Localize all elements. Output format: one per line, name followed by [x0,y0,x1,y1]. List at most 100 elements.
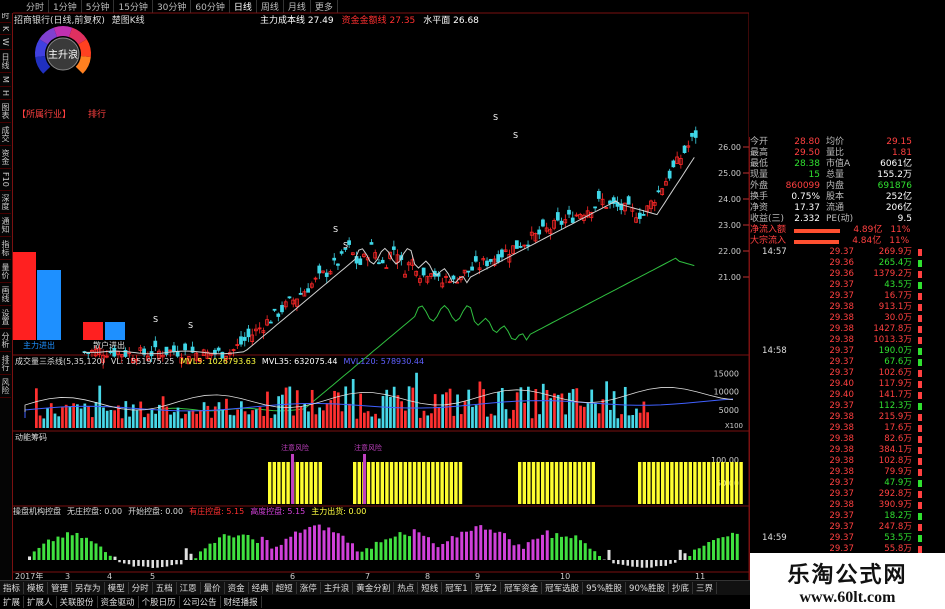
left-tab-6[interactable]: 图表 [0,100,11,124]
left-tab-16[interactable]: 分析 [0,329,11,352]
tick-row[interactable]: 29.38 215.9万 [750,412,945,423]
extension-tab-2[interactable]: 关联股份 [57,596,98,608]
tick-row[interactable]: 29.38 102.8万 [750,456,945,467]
extension-tab-5[interactable]: 公司公告 [180,596,221,608]
momentum-bar [642,462,646,504]
left-tab-1[interactable]: K [0,23,11,36]
momentum-bar [647,462,651,504]
tick-row[interactable]: 14:58 29.37 190.0万 [750,346,945,357]
indicator-tab-1[interactable]: 模板 [24,582,49,594]
tick-row[interactable]: 29.40 117.9万 [750,379,945,390]
indicator-tab-11[interactable]: 超短 [273,582,297,594]
candle-body [380,259,385,264]
tick-row[interactable]: 29.38 1013.3万 [750,335,945,346]
tick-row[interactable]: 29.38 30.0万 [750,313,945,324]
tick-row[interactable]: 29.37 102.6万 [750,368,945,379]
tick-row[interactable]: 29.38 82.6万 [750,434,945,445]
indicator-tab-15[interactable]: 热点 [394,582,419,594]
indicator-tab-4[interactable]: 模型 [105,582,129,594]
tick-volume: 47.9万 [884,478,912,488]
left-tab-10[interactable]: 深度 [0,191,11,214]
indicator-tab-13[interactable]: 主升浪 [321,582,354,594]
left-tab-12[interactable]: 指标 [0,237,11,260]
left-tab-14[interactable]: 画线 [0,283,11,306]
volume-bar [389,396,392,428]
volume-bar [318,407,321,428]
indicator-tab-6[interactable]: 五档 [153,582,177,594]
tick-row[interactable]: 29.37 43.5万 [750,280,945,291]
left-tab-15[interactable]: 设置 [0,306,11,329]
indicator-tab-17[interactable]: 冠军1 [442,582,472,594]
indicator-tab-23[interactable]: 抄底 [669,582,693,594]
indicator-tab-21[interactable]: 95%胜股 [583,582,627,594]
tick-price: 29.40 [829,379,854,389]
chart-canvas[interactable]: 主升浪【所属行业】 排行主力进出 散户进出 26.00 25.00 24.00 23.00 2… [13,0,749,580]
tick-row[interactable]: 29.37 47.9万 [750,478,945,489]
indicator-tab-14[interactable]: 黄金分割 [353,582,395,594]
tick-row[interactable]: 29.38 79.9万 [750,467,945,478]
left-tab-9[interactable]: F10 [0,169,11,191]
tick-row[interactable]: 29.37 16.7万 [750,291,945,302]
control-bar [712,540,715,560]
candle-body [451,275,456,280]
tick-row[interactable]: 29.37 18.2万 [750,511,945,522]
tick-row[interactable]: 29.38 17.6万 [750,423,945,434]
quote-cell: 206亿 [885,203,912,213]
left-tab-13[interactable]: 量价 [0,260,11,283]
indicator-tab-18[interactable]: 冠军2 [472,582,502,594]
tick-list[interactable]: 14:57 29.37 269.9万 29.36 265.4万 29.36 1379.2万 2… [750,247,945,555]
left-tab-17[interactable]: 排行 [0,352,11,375]
tick-row[interactable]: 14:57 29.37 269.9万 [750,247,945,258]
indicator-tab-22[interactable]: 90%胜股 [626,582,669,594]
extension-tab-0[interactable]: 扩展 [0,596,25,608]
volume-bar [195,413,198,428]
tick-row[interactable]: 29.37 247.8万 [750,522,945,533]
left-tab-8[interactable]: 资金 [0,146,11,170]
industry-label[interactable]: 【所属行业】 [17,108,71,120]
indicator-tab-3[interactable]: 另存为 [72,582,105,594]
extension-tab-6[interactable]: 财经播报 [221,596,262,608]
control-bar [574,535,578,560]
indicator-tab-20[interactable]: 冠军选股 [542,582,584,594]
control-bar [37,547,41,560]
momentum-bar [550,462,554,504]
indicator-tab-12[interactable]: 涨停 [297,582,321,594]
tick-row[interactable]: 29.38 913.1万 [750,302,945,313]
indicator-tab-0[interactable]: 指标 [0,582,25,594]
tick-price: 29.38 [829,313,854,323]
left-tab-5[interactable]: H [0,87,11,101]
tick-row[interactable]: 29.37 292.8万 [750,489,945,500]
candle-body [473,256,478,262]
indicator-tab-19[interactable]: 冠军资金 [501,582,543,594]
indicator-tab-10[interactable]: 经典 [249,582,273,594]
left-tab-4[interactable]: M [0,73,11,88]
left-tab-3[interactable]: 日线 [0,50,11,74]
tick-row[interactable]: 29.38 390.9万 [750,500,945,511]
tick-row[interactable]: 29.38 384.1万 [750,445,945,456]
indicator-tab-9[interactable]: 资金 [225,582,249,594]
left-tab-11[interactable]: 通知 [0,214,11,237]
tick-price: 29.37 [829,357,854,367]
tick-row[interactable]: 29.36 1379.2万 [750,269,945,280]
extension-tab-1[interactable]: 扩展人 [24,596,57,608]
indicator-tab-7[interactable]: 江恩 [177,582,201,594]
extension-tab-4[interactable]: 个股日历 [139,596,180,608]
left-tab-7[interactable]: 成交 [0,123,11,147]
tick-row[interactable]: 14:59 29.37 53.5万 [750,533,945,544]
left-tab-18[interactable]: 风险 [0,375,11,398]
volume-bar [143,417,146,428]
indicator-tab-8[interactable]: 量价 [201,582,225,594]
extension-tab-3[interactable]: 资金驱动 [98,596,139,608]
left-tab-2[interactable]: W [0,35,11,51]
rank-label[interactable]: 排行 [88,108,106,120]
indicator-tab-16[interactable]: 短线 [418,582,443,594]
tick-row[interactable]: 29.38 1427.8万 [750,324,945,335]
indicator-tab-2[interactable]: 管理 [48,582,73,594]
tick-row[interactable]: 29.36 265.4万 [750,258,945,269]
tick-row[interactable]: 29.37 112.3万 [750,401,945,412]
indicator-tab-5[interactable]: 分时 [129,582,153,594]
tick-row[interactable]: 29.37 67.6万 [750,357,945,368]
control-bar [678,549,682,560]
tick-row[interactable]: 29.40 141.7万 [750,390,945,401]
indicator-tab-24[interactable]: 三界 [693,582,717,594]
